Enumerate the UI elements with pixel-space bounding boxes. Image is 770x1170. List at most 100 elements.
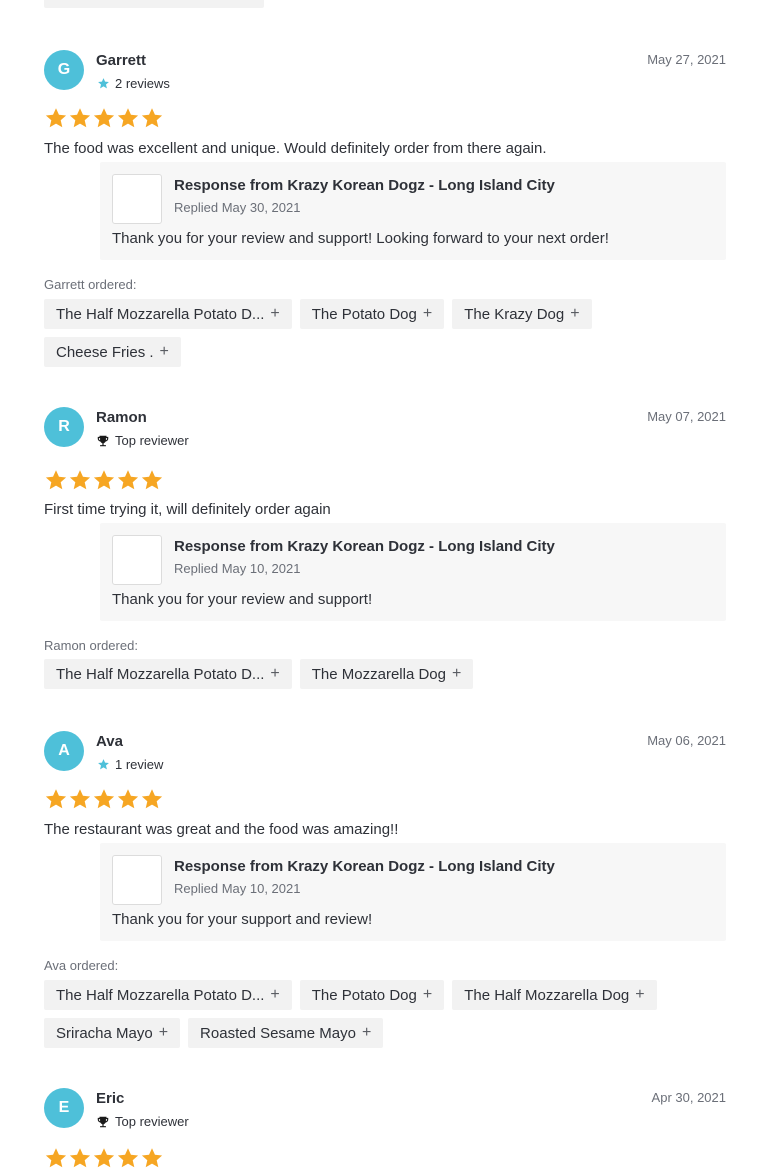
star-icon bbox=[141, 789, 163, 809]
star-icon bbox=[93, 108, 115, 128]
star-icon bbox=[69, 789, 91, 809]
star-icon bbox=[117, 789, 139, 809]
star-icon bbox=[141, 470, 163, 490]
plus-icon[interactable]: + bbox=[423, 305, 432, 323]
star-icon bbox=[69, 470, 91, 490]
restaurant-response: Response from Krazy Korean Dogz - Long I… bbox=[100, 843, 726, 941]
ordered-item-chip[interactable]: The Mozzarella Dog + bbox=[299, 659, 474, 689]
response-date: Replied May 10, 2021 bbox=[174, 881, 301, 896]
ordered-items: The Half Mozzarella Potato D... + The Pota… bbox=[44, 299, 726, 367]
star-icon bbox=[45, 108, 67, 128]
ordered-item-chip[interactable]: The Half Mozzarella Potato D... + bbox=[44, 980, 292, 1010]
avatar: G bbox=[44, 50, 84, 90]
ordered-item-label: Sriracha Mayo bbox=[56, 1024, 153, 1042]
review-text: The restaurant was great and the food wa… bbox=[44, 821, 399, 838]
ordered-item-label: The Krazy Dog bbox=[464, 305, 565, 323]
star-icon bbox=[141, 108, 163, 128]
response-date: Replied May 10, 2021 bbox=[174, 561, 301, 576]
star-icon bbox=[117, 470, 139, 490]
response-title: Response from Krazy Korean Dogz - Long I… bbox=[174, 538, 555, 555]
ordered-item-label: The Half Mozzarella Potato D... bbox=[56, 665, 265, 683]
review-text: The food was excellent and unique. Would… bbox=[44, 140, 547, 157]
star-icon bbox=[69, 1148, 91, 1168]
ordered-label: Garrett ordered: bbox=[44, 277, 137, 292]
plus-icon[interactable]: + bbox=[270, 665, 279, 683]
restaurant-logo bbox=[112, 535, 162, 585]
avatar: E bbox=[44, 1088, 84, 1128]
ordered-item-label: Roasted Sesame Mayo bbox=[200, 1024, 356, 1042]
ordered-item-label: The Half Mozzarella Potato D... bbox=[56, 305, 265, 323]
star-icon bbox=[117, 1148, 139, 1168]
plus-icon[interactable]: + bbox=[270, 305, 279, 323]
plus-icon[interactable]: + bbox=[423, 986, 432, 1004]
ordered-item-chip[interactable]: The Half Mozzarella Dog + bbox=[452, 980, 657, 1010]
avatar: A bbox=[44, 731, 84, 771]
ordered-item-label: The Half Mozzarella Dog bbox=[464, 986, 630, 1004]
star-rating bbox=[44, 787, 164, 811]
review-date: May 27, 2021 bbox=[647, 52, 726, 67]
star-rating bbox=[44, 1146, 164, 1170]
trophy-icon bbox=[96, 1115, 110, 1129]
review-date: May 07, 2021 bbox=[647, 409, 726, 424]
star-icon bbox=[117, 108, 139, 128]
star-icon bbox=[96, 77, 110, 91]
avatar: R bbox=[44, 407, 84, 447]
ordered-item-chip[interactable]: The Half Mozzarella Potato D... + bbox=[44, 299, 292, 329]
star-icon bbox=[96, 758, 110, 772]
restaurant-logo bbox=[112, 174, 162, 224]
reviewer-name[interactable]: Eric bbox=[96, 1090, 124, 1107]
reviewer-stat-text: Top reviewer bbox=[115, 433, 189, 448]
reviewer-name[interactable]: Ramon bbox=[96, 409, 147, 426]
response-date: Replied May 30, 2021 bbox=[174, 200, 301, 215]
star-icon bbox=[45, 470, 67, 490]
ordered-item-chip[interactable]: The Krazy Dog + bbox=[452, 299, 592, 329]
response-text: Thank you for your review and support! bbox=[112, 591, 373, 608]
response-title: Response from Krazy Korean Dogz - Long I… bbox=[174, 858, 555, 875]
review-text: First time trying it, will definitely or… bbox=[44, 501, 331, 518]
star-icon bbox=[93, 1148, 115, 1168]
reviewer-name[interactable]: Garrett bbox=[96, 52, 146, 69]
ordered-label: Ramon ordered: bbox=[44, 638, 138, 653]
ordered-item-chip[interactable]: Cheese Fries . + bbox=[44, 337, 181, 367]
ordered-items: The Half Mozzarella Potato D... + The Pota… bbox=[44, 980, 726, 1048]
response-text: Thank you for your review and support! L… bbox=[112, 230, 609, 247]
reviewer-stats: 2 reviews bbox=[96, 76, 170, 91]
order-item-chip-partial[interactable] bbox=[44, 0, 264, 8]
ordered-item-chip[interactable]: The Potato Dog + bbox=[299, 299, 445, 329]
plus-icon[interactable]: + bbox=[270, 986, 279, 1004]
ordered-item-chip[interactable]: The Potato Dog + bbox=[299, 980, 445, 1010]
reviewer-stat-text: Top reviewer bbox=[115, 1114, 189, 1129]
star-rating bbox=[44, 468, 164, 492]
plus-icon[interactable]: + bbox=[159, 1024, 168, 1042]
plus-icon[interactable]: + bbox=[362, 1024, 371, 1042]
trophy-icon bbox=[96, 434, 110, 448]
restaurant-response: Response from Krazy Korean Dogz - Long I… bbox=[100, 162, 726, 260]
ordered-item-chip[interactable]: Roasted Sesame Mayo + bbox=[188, 1018, 384, 1048]
reviewer-stats: Top reviewer bbox=[96, 433, 189, 448]
reviewer-name[interactable]: Ava bbox=[96, 733, 123, 750]
ordered-item-label: The Potato Dog bbox=[311, 305, 417, 323]
ordered-item-chip[interactable]: The Half Mozzarella Potato D... + bbox=[44, 659, 292, 689]
ordered-item-label: The Half Mozzarella Potato D... bbox=[56, 986, 265, 1004]
ordered-items: The Half Mozzarella Potato D... + The Mozz… bbox=[44, 659, 726, 689]
star-rating bbox=[44, 106, 164, 130]
star-icon bbox=[93, 789, 115, 809]
reviewer-stats: 1 review bbox=[96, 757, 163, 772]
restaurant-logo bbox=[112, 855, 162, 905]
review-date: Apr 30, 2021 bbox=[651, 1090, 726, 1105]
star-icon bbox=[141, 1148, 163, 1168]
response-title: Response from Krazy Korean Dogz - Long I… bbox=[174, 177, 555, 194]
ordered-item-label: The Mozzarella Dog bbox=[311, 665, 446, 683]
reviewer-stat-text: 2 reviews bbox=[115, 76, 170, 91]
plus-icon[interactable]: + bbox=[160, 343, 169, 361]
ordered-item-label: Cheese Fries . bbox=[56, 343, 154, 361]
star-icon bbox=[69, 108, 91, 128]
ordered-item-label: The Potato Dog bbox=[311, 986, 417, 1004]
plus-icon[interactable]: + bbox=[635, 986, 644, 1004]
plus-icon[interactable]: + bbox=[452, 665, 461, 683]
ordered-label: Ava ordered: bbox=[44, 958, 119, 973]
reviewer-stat-text: 1 review bbox=[115, 757, 164, 772]
plus-icon[interactable]: + bbox=[570, 305, 579, 323]
review-date: May 06, 2021 bbox=[647, 733, 726, 748]
ordered-item-chip[interactable]: Sriracha Mayo + bbox=[44, 1018, 181, 1048]
